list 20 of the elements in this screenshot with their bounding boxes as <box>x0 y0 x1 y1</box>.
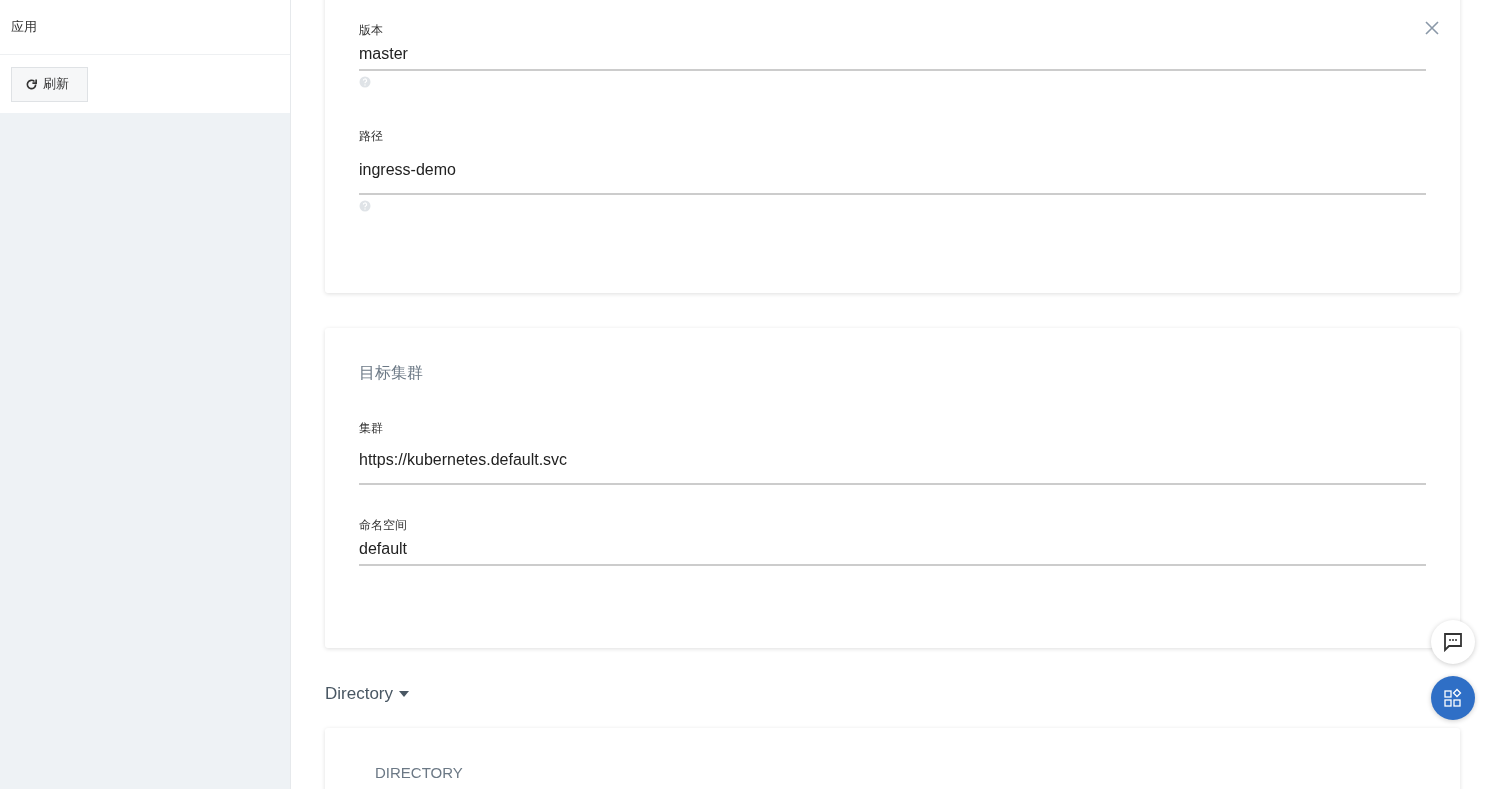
apps-button[interactable] <box>1431 676 1475 720</box>
field-label: 命名空间 <box>359 517 408 534</box>
input-field[interactable]: default <box>359 534 1426 566</box>
sidebar-title: 应用 <box>11 18 37 36</box>
refresh-button[interactable]: 刷新 <box>11 66 88 102</box>
directory-toggle[interactable]: Directory <box>325 684 409 704</box>
input-field[interactable]: master <box>359 39 1426 71</box>
caret-icon <box>399 691 409 697</box>
chat-button[interactable] <box>1431 620 1475 664</box>
field-label: 集群 <box>359 420 384 437</box>
input-field[interactable]: ingress-demo <box>359 145 1426 195</box>
refresh-icon <box>25 77 38 91</box>
close-icon[interactable] <box>1424 20 1440 36</box>
card-title: DIRECTORY <box>375 764 463 781</box>
chat-icon <box>1443 632 1463 652</box>
field-label: 路径 <box>359 128 384 145</box>
field-label: 版本 <box>359 22 384 39</box>
card-title: 目标集群 <box>359 363 424 383</box>
input-field[interactable]: https://kubernetes.default.svc <box>359 437 1426 485</box>
apps-icon <box>1443 688 1463 708</box>
